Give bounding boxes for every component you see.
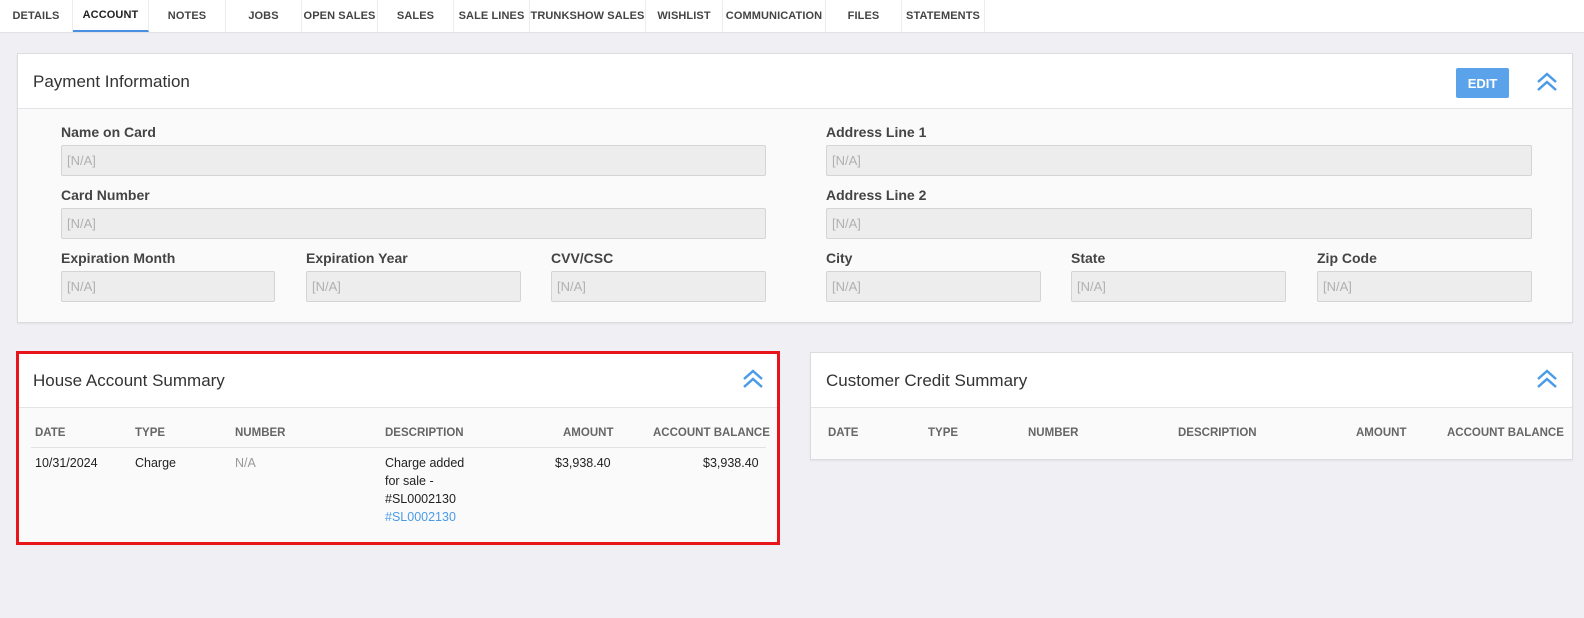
column-header-date: DATE (828, 427, 859, 439)
column-header-type: TYPE (928, 427, 959, 439)
payment-card-title: Payment Information (33, 72, 190, 91)
address-line-1-label: Address Line 1 (826, 124, 927, 140)
tab-bar: DETAILS ACCOUNT NOTES JOBS OPEN SALES SA… (0, 0, 1584, 33)
tab-sales[interactable]: SALES (378, 0, 454, 32)
zip-code-label: Zip Code (1317, 250, 1377, 266)
collapse-icon[interactable] (1535, 70, 1559, 94)
tab-account[interactable]: ACCOUNT (73, 0, 149, 32)
column-header-number: NUMBER (1028, 427, 1079, 439)
column-header-date: DATE (35, 427, 66, 439)
tab-wishlist[interactable]: WISHLIST (646, 0, 723, 32)
tab-files[interactable]: FILES (826, 0, 902, 32)
collapse-icon[interactable] (741, 367, 765, 391)
credit-card-title: Customer Credit Summary (826, 371, 1028, 390)
cvv-input[interactable] (551, 271, 766, 302)
row-type: Charge (135, 456, 176, 470)
house-account-summary-card: House Account Summary DATE TYPE NUMBER D… (17, 352, 779, 544)
column-header-account-balance: ACCOUNT BALANCE (1447, 427, 1564, 439)
row-date: 10/31/2024 (35, 456, 98, 470)
state-label: State (1071, 250, 1106, 266)
expiration-year-label: Expiration Year (306, 250, 408, 266)
card-number-input[interactable] (61, 208, 766, 239)
tab-trunkshow-sales[interactable]: TRUNKSHOW SALES (530, 0, 646, 32)
name-on-card-input[interactable] (61, 145, 766, 176)
collapse-icon[interactable] (1535, 367, 1559, 391)
payment-information-card: Payment Information EDIT Name on Card Ca… (17, 53, 1573, 323)
column-header-amount: AMOUNT (563, 427, 614, 439)
row-account-balance: $3,938.40 (703, 456, 759, 470)
row-number: N/A (235, 456, 256, 470)
customer-credit-summary-card: Customer Credit Summary DATE TYPE NUMBER… (810, 352, 1573, 460)
address-line-2-input[interactable] (826, 208, 1532, 239)
credit-card-header: Customer Credit Summary (811, 353, 1572, 408)
cvv-label: CVV/CSC (551, 250, 614, 266)
column-header-amount: AMOUNT (1356, 427, 1407, 439)
row-description-line-1: Charge added (385, 456, 465, 470)
column-header-number: NUMBER (235, 427, 286, 439)
payment-card-header: Payment Information EDIT (18, 54, 1572, 109)
zip-code-input[interactable] (1317, 271, 1532, 302)
row-description-line-3: #SL0002130 (385, 492, 456, 506)
expiration-month-label: Expiration Month (61, 250, 176, 266)
house-card-title: House Account Summary (33, 371, 225, 390)
tab-open-sales[interactable]: OPEN SALES (302, 0, 378, 32)
column-header-description: DESCRIPTION (385, 427, 464, 439)
column-header-description: DESCRIPTION (1178, 427, 1257, 439)
city-label: City (826, 250, 853, 266)
state-input[interactable] (1071, 271, 1286, 302)
city-input[interactable] (826, 271, 1041, 302)
house-card-header: House Account Summary (18, 353, 778, 408)
sale-link[interactable]: #SL0002130 (385, 510, 456, 524)
row-description-line-2: for sale - (385, 474, 434, 488)
tab-notes[interactable]: NOTES (149, 0, 226, 32)
card-number-label: Card Number (61, 187, 150, 203)
column-header-account-balance: ACCOUNT BALANCE (653, 427, 770, 439)
header-divider (31, 447, 766, 448)
expiration-month-input[interactable] (61, 271, 275, 302)
tab-details[interactable]: DETAILS (0, 0, 73, 32)
expiration-year-input[interactable] (306, 271, 521, 302)
tab-communication[interactable]: COMMUNICATION (723, 0, 826, 32)
tab-sale-lines[interactable]: SALE LINES (454, 0, 530, 32)
address-line-2-label: Address Line 2 (826, 187, 927, 203)
tab-jobs[interactable]: JOBS (226, 0, 302, 32)
tab-statements[interactable]: STATEMENTS (902, 0, 985, 32)
edit-button[interactable]: EDIT (1456, 68, 1509, 98)
row-amount: $3,938.40 (555, 456, 611, 470)
column-header-type: TYPE (135, 427, 166, 439)
address-line-1-input[interactable] (826, 145, 1532, 176)
name-on-card-label: Name on Card (61, 124, 156, 140)
